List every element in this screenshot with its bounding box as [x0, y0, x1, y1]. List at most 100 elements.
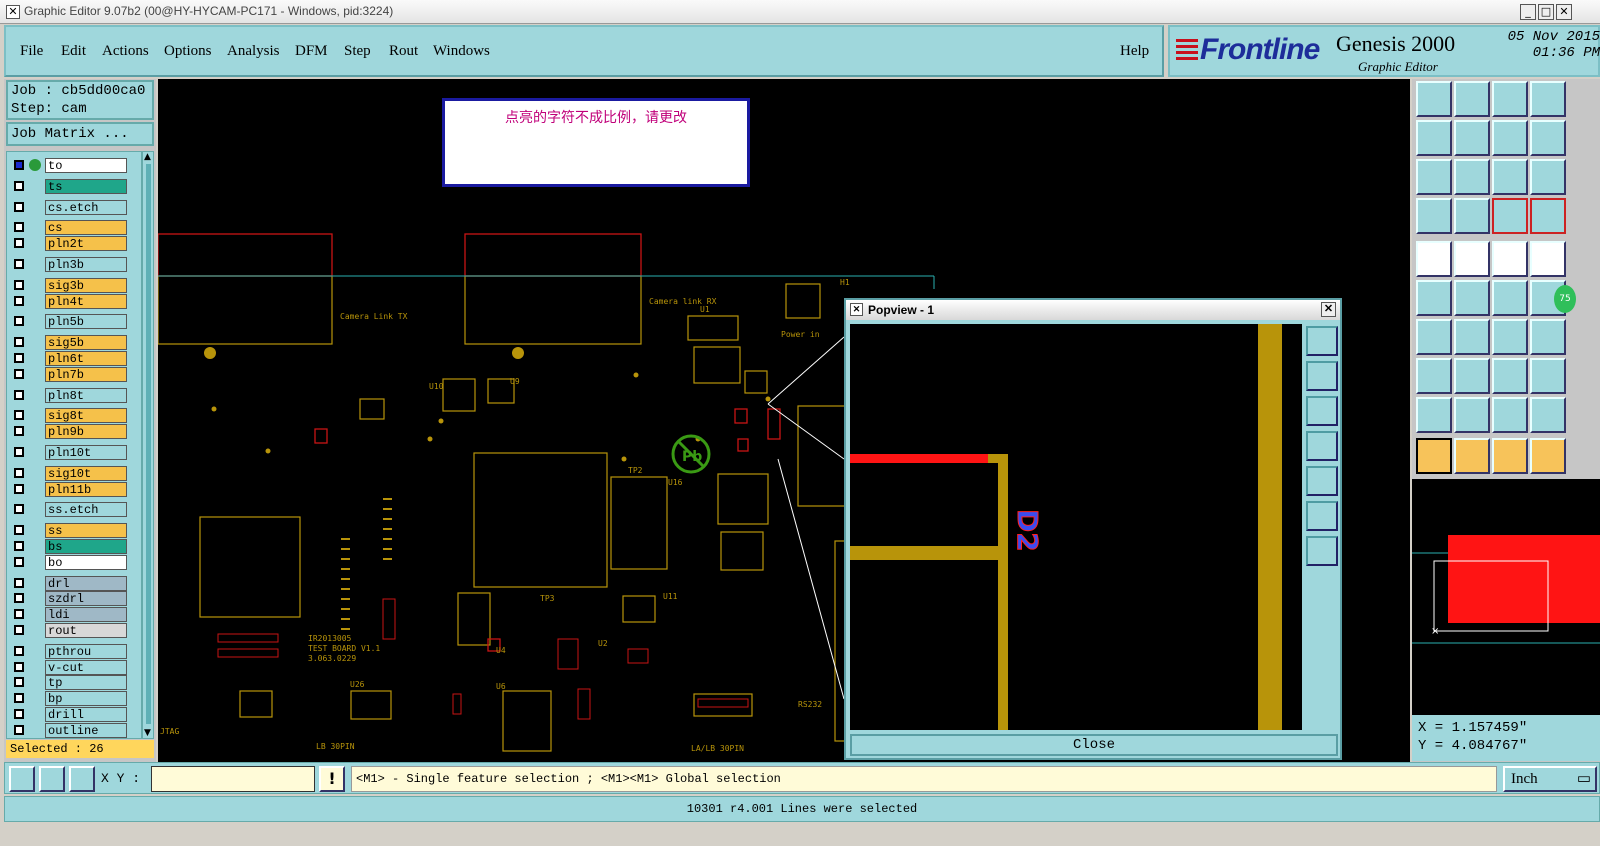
- layer-checkbox[interactable]: [14, 693, 24, 704]
- slant-line-icon[interactable]: [1454, 319, 1490, 355]
- layer-checkbox[interactable]: [14, 525, 24, 536]
- layer-name[interactable]: pln5b: [45, 314, 127, 330]
- layer-row[interactable]: pln6t: [11, 351, 129, 366]
- layer-name[interactable]: ss: [45, 523, 127, 539]
- layer-checkbox[interactable]: [14, 222, 24, 233]
- layer-checkbox[interactable]: [14, 160, 24, 170]
- house-icon[interactable]: [1492, 81, 1528, 117]
- layer-name[interactable]: drill: [45, 707, 127, 722]
- layer-row[interactable]: drl: [11, 575, 129, 591]
- layer-checkbox[interactable]: [14, 180, 24, 191]
- close-window-button[interactable]: ✕: [1556, 4, 1572, 20]
- layer-name[interactable]: pln6t: [45, 351, 127, 366]
- undo-arc-icon[interactable]: [1492, 319, 1528, 355]
- layer-row[interactable]: pln10t: [11, 445, 129, 460]
- layer-checkbox[interactable]: [14, 295, 24, 306]
- layer-checkbox[interactable]: [14, 410, 24, 421]
- layer-checkbox[interactable]: [14, 201, 24, 212]
- layer-row[interactable]: bo: [11, 554, 129, 570]
- layer-name[interactable]: pln8t: [45, 387, 127, 403]
- menu-dfm[interactable]: DFM: [295, 43, 328, 60]
- layer-checkbox[interactable]: [14, 645, 24, 656]
- group-icon[interactable]: [1530, 358, 1566, 394]
- angle-mode-icon[interactable]: [39, 766, 65, 792]
- layer-name[interactable]: szdrl: [45, 591, 127, 607]
- layer-row[interactable]: ss.etch: [11, 502, 129, 518]
- layer-scrollbar[interactable]: ▲ ▼: [142, 151, 154, 739]
- xy-input[interactable]: [151, 766, 315, 792]
- layer-row[interactable]: pln2t: [11, 236, 129, 252]
- popview-zoom-button[interactable]: [1306, 326, 1338, 356]
- delete-node-icon[interactable]: [1454, 280, 1490, 316]
- select-net-icon[interactable]: [1530, 438, 1566, 474]
- ruler-icon[interactable]: [1492, 241, 1528, 277]
- parallel-icon[interactable]: [1530, 319, 1566, 355]
- layer-name[interactable]: rout: [45, 623, 127, 638]
- layer-checkbox[interactable]: [14, 368, 24, 379]
- layer-checkbox[interactable]: [14, 483, 24, 494]
- save-icon[interactable]: [1454, 81, 1490, 117]
- home-icon[interactable]: [1416, 81, 1452, 117]
- layer-checkbox[interactable]: [14, 609, 24, 620]
- layer-row[interactable]: pln4t: [11, 293, 129, 309]
- popview-canvas[interactable]: D2: [850, 324, 1302, 730]
- layer-checkbox[interactable]: [14, 238, 24, 249]
- pan-left-icon[interactable]: [1416, 120, 1452, 156]
- layer-checkbox[interactable]: [14, 316, 24, 327]
- layer-checkbox[interactable]: [14, 541, 24, 551]
- scale-1-2-icon[interactable]: [1492, 159, 1528, 195]
- layer-row[interactable]: cs.etch: [11, 199, 129, 215]
- mirror-icon[interactable]: [1492, 120, 1528, 156]
- layer-row[interactable]: sig3b: [11, 277, 129, 293]
- layer-name[interactable]: bo: [45, 554, 127, 570]
- maximize-button[interactable]: □: [1538, 4, 1554, 20]
- layer-name[interactable]: cs.etch: [45, 199, 127, 215]
- layer-row[interactable]: sig5b: [11, 335, 129, 351]
- layer-row[interactable]: bs: [11, 539, 129, 554]
- measure-icon[interactable]: [1416, 198, 1452, 234]
- layer-row[interactable]: pthrou: [11, 643, 129, 659]
- alert-icon[interactable]: !: [319, 766, 345, 792]
- cut-line-icon[interactable]: [1454, 358, 1490, 394]
- net-select-icon[interactable]: [1492, 198, 1528, 234]
- layer-name[interactable]: ts: [45, 178, 127, 194]
- layer-name[interactable]: pln10t: [45, 445, 127, 460]
- layer-checkbox[interactable]: [14, 593, 24, 604]
- select-box-icon[interactable]: [1454, 438, 1490, 474]
- zoom-center-icon[interactable]: [1454, 159, 1490, 195]
- layer-checkbox[interactable]: [14, 625, 24, 635]
- layer-name[interactable]: pthrou: [45, 643, 127, 659]
- layer-row[interactable]: pln3b: [11, 257, 129, 272]
- layer-row[interactable]: to: [11, 158, 129, 173]
- layer-row[interactable]: tp: [11, 675, 129, 691]
- line-icon[interactable]: [1416, 319, 1452, 355]
- layer-checkbox[interactable]: [14, 661, 24, 672]
- layer-checkbox[interactable]: [14, 279, 24, 290]
- snap-icon[interactable]: [1530, 120, 1566, 156]
- menu-options[interactable]: Options: [164, 43, 212, 60]
- menu-edit[interactable]: Edit: [61, 43, 86, 60]
- layer-name[interactable]: pln4t: [45, 293, 127, 309]
- scroll-up-icon[interactable]: ▲: [144, 152, 151, 162]
- popview-titlebar[interactable]: ✕ Popview - 1 ✕: [846, 300, 1340, 320]
- layer-checkbox[interactable]: [14, 447, 24, 457]
- layer-name[interactable]: to: [45, 158, 127, 173]
- popview-pan-down-button[interactable]: [1306, 396, 1338, 426]
- layer-row[interactable]: pln5b: [11, 314, 129, 330]
- layer-checkbox[interactable]: [14, 353, 24, 363]
- layer-checkbox[interactable]: [14, 337, 24, 348]
- snap-mode-icon[interactable]: [9, 766, 35, 792]
- text-a-underline-icon[interactable]: [1530, 397, 1566, 433]
- pan-right-icon[interactable]: [1454, 120, 1490, 156]
- layer-row[interactable]: pln8t: [11, 387, 129, 403]
- menu-analysis[interactable]: Analysis: [227, 43, 280, 60]
- layer-name[interactable]: pln3b: [45, 257, 127, 272]
- popview-pan-up-button[interactable]: [1306, 361, 1338, 391]
- layer-row[interactable]: pln9b: [11, 424, 129, 440]
- layer-checkbox[interactable]: [14, 556, 24, 567]
- grid-icon[interactable]: [1454, 198, 1490, 234]
- layer-checkbox[interactable]: [14, 577, 24, 588]
- layer-name[interactable]: sig8t: [45, 408, 127, 424]
- window-icon[interactable]: ✕: [6, 5, 20, 19]
- text-a-icon[interactable]: [1492, 397, 1528, 433]
